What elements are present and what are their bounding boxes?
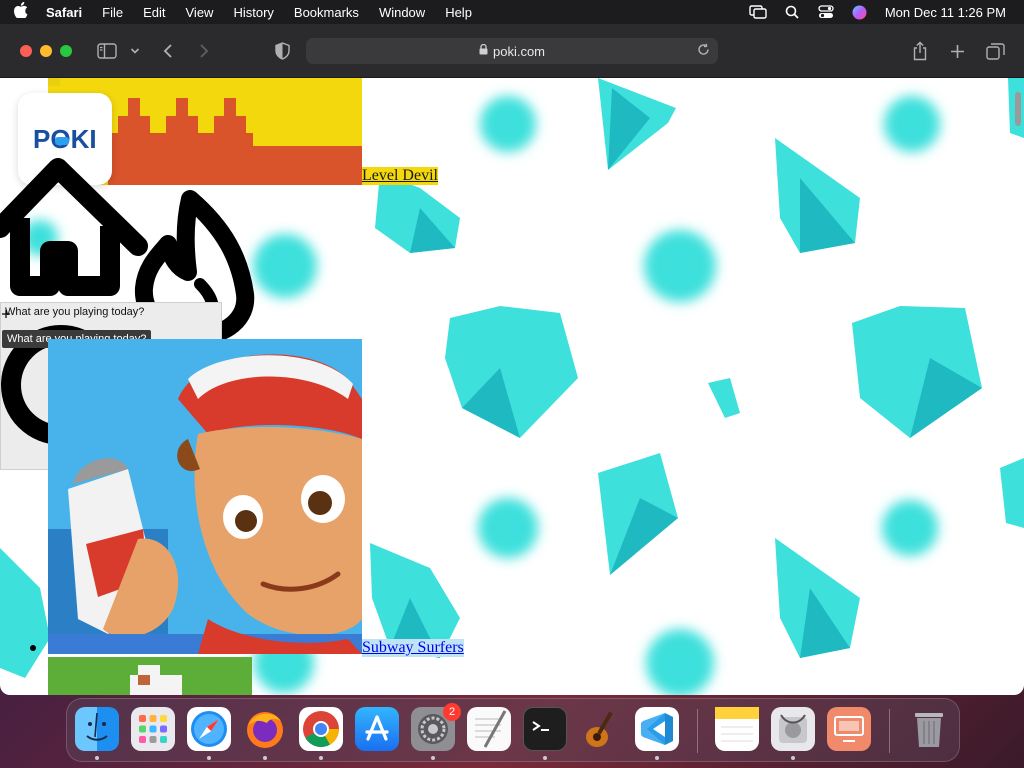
dock-running-indicator xyxy=(655,756,659,760)
system-settings-icon[interactable]: 2 xyxy=(411,703,461,751)
sidebar-toggle-icon[interactable] xyxy=(97,40,117,62)
menu-window[interactable]: Window xyxy=(379,5,425,20)
menu-edit[interactable]: Edit xyxy=(143,5,165,20)
list-bullet xyxy=(30,645,36,651)
dock-running-indicator xyxy=(431,756,435,760)
game-link-level-devil[interactable]: Level Devil xyxy=(362,167,438,185)
finder-icon[interactable] xyxy=(75,707,119,751)
textedit-icon[interactable] xyxy=(467,707,511,751)
app-store-icon[interactable] xyxy=(355,707,399,751)
web-content: Level Devil POKI What are you playing to… xyxy=(0,78,1024,695)
subway-surfers-art xyxy=(48,339,362,654)
partial-game-art xyxy=(130,665,182,695)
lock-icon xyxy=(479,43,488,58)
menu-file[interactable]: File xyxy=(102,5,123,20)
game-thumbnail-subway-surfers[interactable] xyxy=(48,339,362,654)
address-bar[interactable]: poki.com xyxy=(306,38,718,64)
dock-running-indicator xyxy=(95,756,99,760)
terminal-icon[interactable] xyxy=(523,707,567,751)
home-icon[interactable] xyxy=(0,146,150,296)
garageband-icon[interactable] xyxy=(579,707,623,751)
new-tab-plus-icon[interactable] xyxy=(950,40,965,62)
menu-clock[interactable]: Mon Dec 11 1:26 PM xyxy=(885,5,1006,20)
menu-history[interactable]: History xyxy=(233,5,273,20)
share-icon[interactable] xyxy=(912,40,928,62)
menu-view[interactable]: View xyxy=(186,5,214,20)
search-prompt-text[interactable]: What are you playing today? xyxy=(5,306,144,318)
screen-mirroring-icon[interactable] xyxy=(749,5,767,19)
menu-bookmarks[interactable]: Bookmarks xyxy=(294,5,359,20)
firefox-icon[interactable] xyxy=(243,707,287,751)
disk-utility-icon[interactable] xyxy=(771,707,815,751)
spotlight-search-icon[interactable] xyxy=(783,5,801,19)
menu-help[interactable]: Help xyxy=(445,5,472,20)
url-text: poki.com xyxy=(492,43,546,59)
notes-icon[interactable] xyxy=(715,707,759,751)
minimize-window-button[interactable] xyxy=(40,45,52,57)
dock-running-indicator xyxy=(791,756,795,760)
dock-running-indicator xyxy=(207,756,211,760)
safari-icon[interactable] xyxy=(187,707,231,751)
trash-icon[interactable] xyxy=(907,707,951,751)
screen-sharing-icon[interactable] xyxy=(827,707,871,751)
menu-app-name[interactable]: Safari xyxy=(46,5,82,20)
dock-running-indicator xyxy=(319,756,323,760)
control-center-icon[interactable] xyxy=(817,5,835,19)
notification-badge: 2 xyxy=(443,703,461,721)
forward-arrow-icon[interactable] xyxy=(198,40,210,62)
vscode-icon[interactable] xyxy=(635,707,679,751)
close-window-button[interactable] xyxy=(20,45,32,57)
dock-separator xyxy=(889,709,890,753)
text-cursor-icon xyxy=(2,310,10,318)
launchpad-icon[interactable] xyxy=(131,707,175,751)
siri-icon[interactable] xyxy=(851,5,869,19)
dock-running-indicator xyxy=(263,756,267,760)
privacy-shield-icon[interactable] xyxy=(275,40,290,62)
reload-icon[interactable] xyxy=(697,43,710,59)
chevron-down-icon[interactable] xyxy=(130,40,140,62)
back-arrow-icon[interactable] xyxy=(162,40,174,62)
dock-running-indicator xyxy=(543,756,547,760)
tab-overview-icon[interactable] xyxy=(986,40,1005,62)
page-scrollbar[interactable] xyxy=(1015,92,1021,126)
maximize-window-button[interactable] xyxy=(60,45,72,57)
menu-bar: Safari File Edit View History Bookmarks … xyxy=(0,0,1024,24)
game-thumbnail-partial[interactable] xyxy=(48,657,252,695)
browser-toolbar: poki.com xyxy=(0,24,1024,78)
apple-menu-icon[interactable] xyxy=(13,1,36,22)
dock: 2 xyxy=(66,698,960,762)
safari-window: poki.com Level Devil What are you playin… xyxy=(0,24,1024,695)
chrome-icon[interactable] xyxy=(299,707,343,751)
dock-separator xyxy=(697,709,698,753)
game-link-subway-surfers[interactable]: Subway Surfers xyxy=(362,639,464,657)
